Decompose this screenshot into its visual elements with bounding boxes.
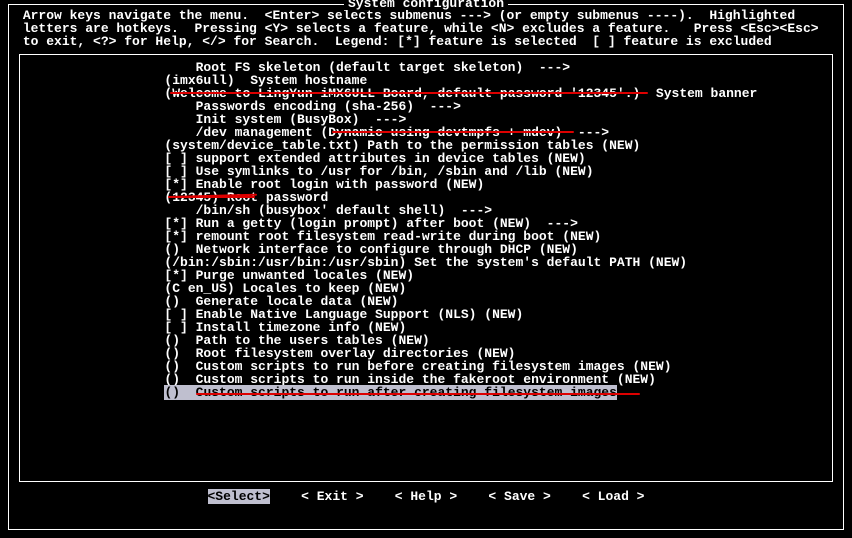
config-dialog: System configuration Arrow keys navigate…	[8, 4, 844, 530]
help-text: Arrow keys navigate the menu. <Enter> se…	[9, 5, 843, 48]
exit-button[interactable]: < Exit >	[301, 489, 363, 504]
annotation-underline	[196, 393, 640, 395]
save-button[interactable]: < Save >	[488, 489, 550, 504]
load-button[interactable]: < Load >	[582, 489, 644, 504]
select-button[interactable]: <Select>	[208, 489, 270, 504]
help-button[interactable]: < Help >	[395, 489, 457, 504]
annotation-underline	[170, 92, 648, 94]
button-bar: <Select> < Exit > < Help > < Save > < Lo…	[9, 488, 843, 509]
annotation-underline	[332, 131, 574, 133]
menu-list[interactable]: Root FS skeleton (default target skeleto…	[19, 54, 833, 482]
dialog-title: System configuration	[344, 0, 508, 10]
